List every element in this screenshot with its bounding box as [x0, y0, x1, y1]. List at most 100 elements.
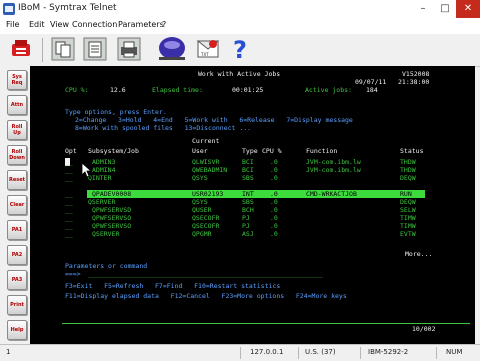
function-keys-line-2: F11=Display elapsed data F12=Cancel F23=…: [65, 292, 347, 300]
row-user: USR02193: [192, 190, 224, 198]
row-cpu: .0: [270, 206, 278, 214]
row-job: QSERVER: [92, 230, 120, 238]
row-status: DEQW: [400, 174, 416, 182]
menu-help[interactable]: ?: [162, 20, 166, 29]
menu-view[interactable]: View: [50, 20, 69, 29]
roll-down-button[interactable]: Roll Down: [7, 145, 27, 165]
row-user: QLWISVR: [192, 158, 220, 166]
status-num-lock: NUM: [446, 348, 463, 356]
row-job: QPWFSERVSO: [92, 222, 132, 230]
status-codepage: IBM-5292-2: [368, 348, 409, 356]
telnet-window: IBoM - Symtrax Telnet – □ ✕ File Edit Vi…: [0, 0, 480, 361]
header-function: Function: [306, 147, 338, 155]
row-status: EVTW: [400, 230, 416, 238]
command-line-input[interactable]: ________________________________________…: [88, 270, 323, 278]
row-user: QSECOFR: [192, 222, 220, 230]
row-cpu: .0: [270, 158, 278, 166]
system-name: V152008: [402, 70, 430, 78]
more-indicator: More...: [405, 250, 433, 258]
help-icon[interactable]: ?: [228, 36, 254, 62]
row-function: CMD-WRKACTJOB: [306, 190, 357, 198]
disconnect-icon[interactable]: [157, 36, 187, 62]
pa2-button[interactable]: PA2: [7, 245, 27, 265]
opt-field[interactable]: __: [65, 190, 73, 198]
cpu-label: CPU %:: [65, 86, 89, 94]
cpu-value: 12.6: [110, 86, 126, 94]
help-button[interactable]: Help: [7, 320, 27, 340]
maximize-button[interactable]: □: [434, 0, 456, 18]
menu-parameters[interactable]: Parameters: [118, 20, 164, 29]
close-button[interactable]: ✕: [456, 0, 480, 18]
row-status: DEQW: [400, 198, 416, 206]
minimize-button[interactable]: –: [412, 0, 434, 18]
opt-field[interactable]: __: [65, 198, 73, 206]
status-bar: 1 127.0.0.1 U.S. (37) IBM-5292-2 NUM: [0, 344, 480, 361]
row-cpu: .0: [270, 166, 278, 174]
roll-up-button[interactable]: Roll Up: [7, 120, 27, 140]
copy-icon[interactable]: [50, 36, 76, 62]
terminal-screen[interactable]: Work with Active Jobs V152008 09/07/11 2…: [30, 66, 475, 344]
paste-icon[interactable]: [82, 36, 108, 62]
row-status: RUN: [400, 190, 412, 198]
opt-field[interactable]: __: [65, 214, 73, 222]
connect-icon[interactable]: [8, 36, 34, 62]
selected-row-highlight: [87, 190, 425, 198]
status-divider: [360, 347, 361, 359]
status-divider: [436, 347, 437, 359]
row-job: QSERVER: [88, 198, 116, 206]
row-cpu: .0: [270, 174, 278, 182]
row-status: TIMW: [400, 214, 416, 222]
row-user: QSECOFR: [192, 214, 220, 222]
elapsed-label: Elapsed time:: [152, 86, 203, 94]
attn-button[interactable]: Attn: [7, 95, 27, 115]
type-options-text: Type options, press Enter.: [65, 108, 167, 116]
screen-date: 09/07/11: [355, 78, 387, 86]
row-status: THDW: [400, 158, 416, 166]
function-key-panel: Sys Req Attn Roll Up Roll Down Reset Cle…: [0, 66, 30, 344]
header-status: Status: [400, 147, 424, 155]
parameters-label: Parameters or command: [65, 262, 148, 270]
row-type: BCH: [242, 206, 254, 214]
opt-field[interactable]: __: [65, 230, 73, 238]
row-status: TIMW: [400, 222, 416, 230]
status-ip: 127.0.0.1: [250, 348, 284, 356]
row-cpu: .0: [270, 198, 278, 206]
opt-field[interactable]: __: [65, 174, 73, 182]
toolbar: TXT ?: [0, 34, 480, 67]
app-icon: [3, 3, 15, 15]
function-keys-line-1: F3=Exit F5=Refresh F7=Find F10=Restart s…: [65, 282, 281, 290]
print-screen-icon[interactable]: [116, 36, 142, 62]
opt-field[interactable]: __: [65, 206, 73, 214]
sysreq-button[interactable]: Sys Req: [7, 70, 27, 90]
header-cpu: CPU %: [262, 147, 282, 155]
menu-file[interactable]: File: [6, 20, 19, 29]
print-button[interactable]: Print: [7, 295, 27, 315]
cursor-position: 10/002: [412, 325, 436, 333]
row-cpu: .0: [270, 222, 278, 230]
reset-button[interactable]: Reset: [7, 170, 27, 190]
row-user: QSYS: [192, 174, 208, 182]
row-type: SBS: [242, 198, 254, 206]
pa3-button[interactable]: PA3: [7, 270, 27, 290]
row-user: QUSER: [192, 206, 212, 214]
pa1-button[interactable]: PA1: [7, 220, 27, 240]
row-job: ADMIN4: [92, 166, 116, 174]
window-title: IBoM - Symtrax Telnet: [18, 3, 117, 13]
row-status: SELW: [400, 206, 416, 214]
mouse-pointer-icon: [82, 163, 92, 177]
row-job: ADMIN3: [92, 158, 116, 166]
menu-edit[interactable]: Edit: [29, 20, 45, 29]
macro-icon[interactable]: TXT: [195, 36, 221, 62]
opt-field[interactable]: __: [65, 166, 73, 174]
status-field-1: 1: [6, 348, 11, 356]
active-jobs-label: Active jobs:: [305, 86, 352, 94]
row-user: QWEBADMIN: [192, 166, 228, 174]
row-function: JVM-com.ibm.lw: [306, 158, 361, 166]
elapsed-value: 00:01:25: [232, 86, 264, 94]
toolbar-separator: [42, 38, 43, 62]
clear-button[interactable]: Clear: [7, 195, 27, 215]
opt-field[interactable]: __: [65, 158, 73, 166]
active-jobs-value: 184: [366, 86, 378, 94]
opt-field[interactable]: __: [65, 222, 73, 230]
menu-connection[interactable]: Connection: [72, 20, 117, 29]
